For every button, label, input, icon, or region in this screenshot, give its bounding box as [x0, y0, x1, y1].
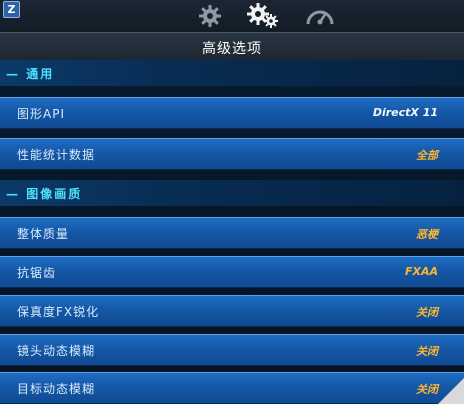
- double-gear-icon: [247, 3, 278, 28]
- setting-label: 性能统计数据: [17, 148, 96, 162]
- tab-performance[interactable]: [303, 2, 337, 30]
- setting-row-overall-quality[interactable]: 整体质量 恶梗: [0, 217, 464, 249]
- setting-value: 关闭: [416, 306, 438, 319]
- speedometer-icon: [306, 10, 334, 25]
- setting-value: 恶梗: [416, 228, 438, 241]
- setting-label: 保真度FX锐化: [17, 305, 100, 319]
- section-label: — 图像画质: [6, 187, 83, 201]
- setting-label: 图形API: [17, 107, 65, 121]
- setting-row-performance-stats[interactable]: 性能统计数据 全部: [0, 138, 464, 170]
- setting-row-object-motion-blur[interactable]: 目标动态模糊 关闭: [0, 372, 464, 404]
- setting-value: FXAA: [404, 265, 438, 278]
- setting-row-fidelityfx-sharpening[interactable]: 保真度FX锐化 关闭: [0, 295, 464, 327]
- tab-advanced[interactable]: [246, 2, 280, 30]
- page-title: 高级选项: [202, 41, 262, 57]
- setting-row-graphics-api[interactable]: 图形API DirectX 11: [0, 97, 464, 129]
- game-settings-screen: Z 高级选项 — 通用 图形API DirectX 11 性能统计数据 全部 —…: [0, 0, 464, 404]
- setting-label: 镜头动态模糊: [17, 344, 96, 358]
- setting-label: 抗锯齿: [17, 266, 57, 280]
- setting-label: 目标动态模糊: [17, 382, 96, 396]
- tab-general[interactable]: [193, 2, 227, 30]
- setting-value: 关闭: [416, 345, 438, 358]
- setting-row-camera-motion-blur[interactable]: 镜头动态模糊 关闭: [0, 334, 464, 366]
- setting-value: 全部: [416, 149, 438, 162]
- screen-corner-fold: [438, 378, 464, 404]
- setting-label: 整体质量: [17, 227, 70, 241]
- section-label: — 通用: [6, 67, 55, 81]
- back-hotkey-button[interactable]: Z: [3, 1, 20, 18]
- section-header-image-quality: — 图像画质: [0, 180, 464, 206]
- tab-bar: Z: [0, 0, 464, 32]
- page-title-bar: 高级选项: [0, 32, 464, 61]
- setting-value: DirectX 11: [372, 106, 438, 119]
- gear-icon: [199, 5, 221, 27]
- setting-row-anti-aliasing[interactable]: 抗锯齿 FXAA: [0, 256, 464, 288]
- section-header-general: — 通用: [0, 60, 464, 86]
- setting-value: 关闭: [416, 383, 438, 396]
